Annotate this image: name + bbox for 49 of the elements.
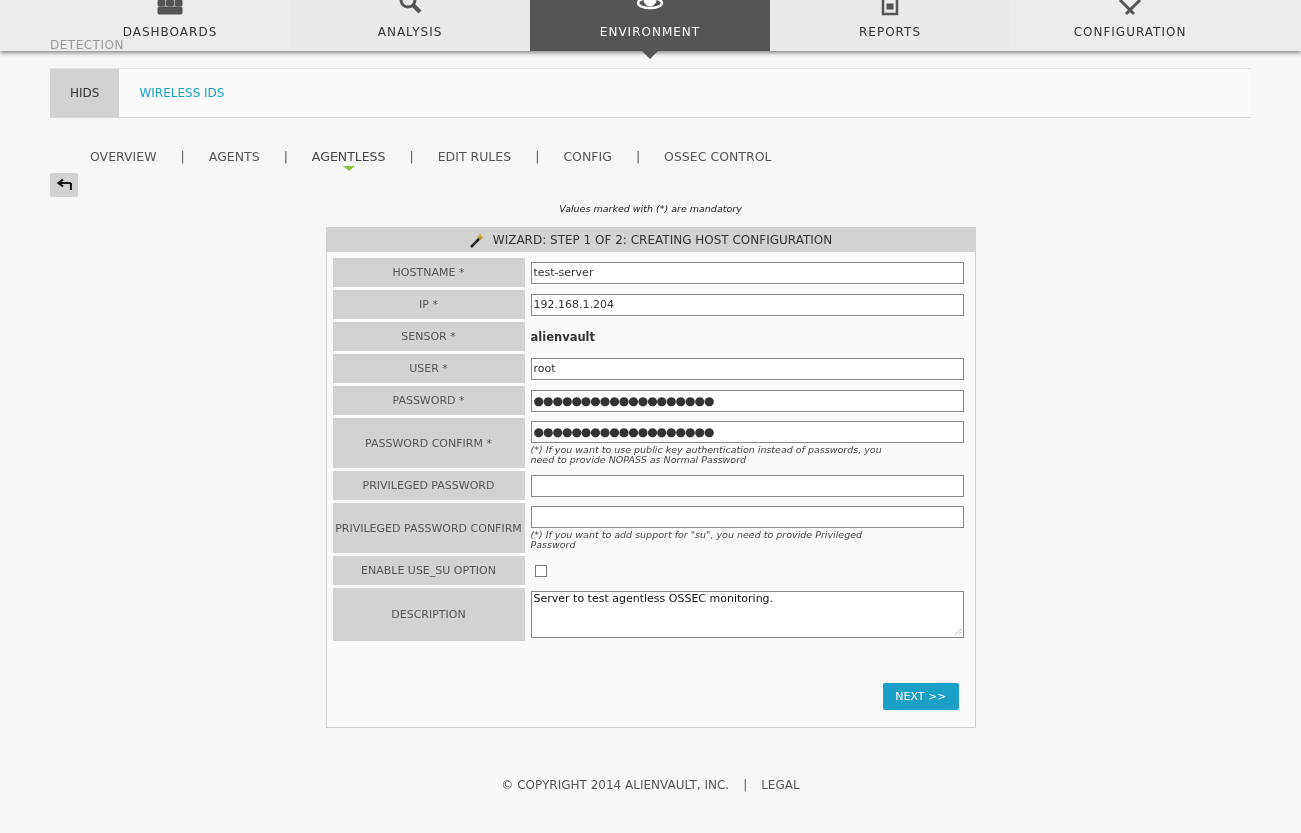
wizard-title: WIZARD: STEP 1 OF 2: CREATING HOST CONFIGURATION (492, 233, 833, 247)
separator-text: | (535, 148, 540, 164)
mandatory-note: Values marked with (*) are mandatory (558, 203, 743, 214)
field-label: HOSTNAME * (332, 258, 525, 287)
password-field[interactable]: ●●●●●●●●●●●●●●●●●●● (530, 389, 964, 412)
password-field[interactable] (530, 506, 964, 528)
selection-pointer (342, 165, 355, 171)
main-nav-item[interactable]: REPORTS (770, 0, 1010, 51)
field-label: DESCRIPTION (332, 588, 525, 641)
field-label: PRIVILEGED PASSWORD CONFIRM (332, 503, 525, 553)
field-label: IP * (332, 290, 525, 319)
main-nav-item[interactable]: ANALYSIS (290, 0, 530, 51)
tab[interactable]: HIDS (50, 69, 120, 117)
resize-grip-icon (953, 628, 962, 636)
selection-pointer (642, 51, 658, 59)
field-label: USER * (332, 354, 525, 383)
separator-text: | (180, 148, 185, 164)
separator-text: | (743, 778, 748, 792)
checkbox[interactable] (534, 564, 547, 577)
breadcrumb-text: DETECTION (50, 38, 124, 52)
magic-wand-icon (468, 232, 485, 248)
legal-link[interactable]: LEGAL (761, 778, 800, 792)
password-field[interactable]: ●●●●●●●●●●●●●●●●●●● (530, 421, 964, 443)
copyright-text: © COPYRIGHT 2014 ALIENVAULT, INC. (501, 778, 730, 792)
separator-text: | (409, 148, 414, 164)
input-field[interactable]: test-server (530, 261, 964, 284)
back-arrow-icon (56, 179, 72, 191)
main-nav-item[interactable]: CONFIGURATION (1010, 0, 1250, 51)
field-label: ENABLE USE_SU OPTION (332, 556, 525, 585)
description-field[interactable]: Server to test agentless OSSEC monitoring. (530, 591, 964, 638)
password-field[interactable] (530, 474, 964, 497)
input-field[interactable]: root (530, 357, 964, 380)
sensor-value: alienvault (530, 329, 596, 344)
sub-nav-link[interactable]: OVERVIEW (90, 148, 157, 164)
sub-nav-link[interactable]: OSSEC CONTROL (664, 148, 772, 164)
sub-nav-link[interactable]: CONFIG (563, 148, 612, 164)
help-text: (*) If you want to add support for "su", you need to provide Privileged Password (530, 530, 864, 550)
input-field[interactable]: 192.168.1.204 (530, 293, 964, 316)
field-label: SENSOR * (332, 322, 525, 351)
sub-nav-link[interactable]: EDIT RULES (437, 148, 512, 164)
help-text: (*) If you want to use public key authentication instead of passwords, you need to provide NOPASS as Normal Password (530, 445, 883, 465)
back-button[interactable] (50, 173, 78, 197)
field-label: PASSWORD CONFIRM * (332, 418, 525, 468)
separator-text: | (635, 148, 641, 164)
sub-nav-link[interactable]: AGENTLESS (311, 148, 386, 164)
sub-nav-link[interactable]: AGENTS (208, 148, 260, 164)
field-label: PRIVILEGED PASSWORD (332, 471, 525, 500)
separator-text: | (283, 148, 288, 164)
field-label: PASSWORD * (332, 386, 525, 415)
